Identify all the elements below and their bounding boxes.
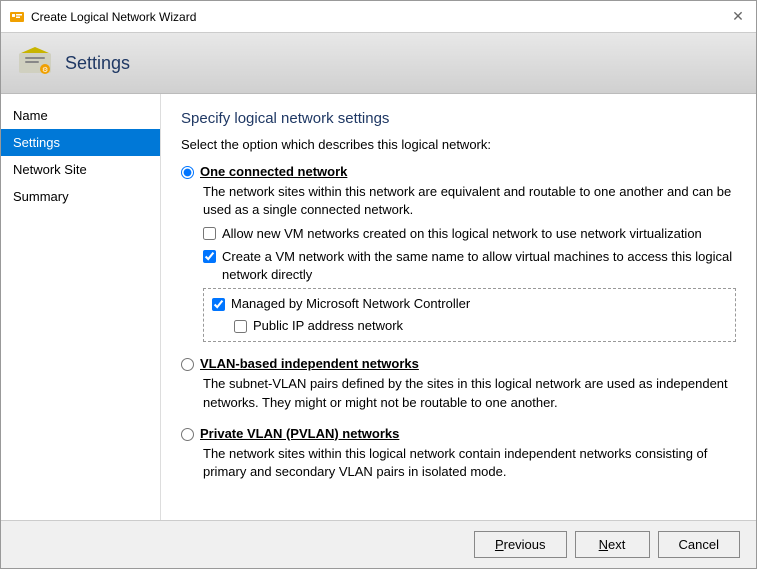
create-vm-network-label[interactable]: Create a VM network with the same name t…	[222, 248, 736, 284]
managed-by-ms-checkbox[interactable]	[212, 298, 225, 311]
sidebar-item-network-site[interactable]: Network Site	[1, 156, 160, 183]
public-ip-checkbox[interactable]	[234, 320, 247, 333]
svg-text:⚙: ⚙	[42, 66, 48, 74]
allow-new-vm-checkbox[interactable]	[203, 227, 216, 240]
checkbox-allow-new-vm: Allow new VM networks created on this lo…	[203, 225, 736, 243]
window-title: Create Logical Network Wizard	[31, 10, 196, 24]
content-area: Specify logical network settings Select …	[161, 94, 756, 520]
sidebar-item-settings[interactable]: Settings	[1, 129, 160, 156]
title-bar-left: Create Logical Network Wizard	[9, 9, 196, 25]
radio-one-connected-input[interactable]	[181, 166, 194, 179]
radio-vlan-input[interactable]	[181, 358, 194, 371]
nested-public-ip: Public IP address network	[234, 317, 727, 335]
previous-button[interactable]: Previous	[474, 531, 567, 558]
radio-vlan-label[interactable]: VLAN-based independent networks	[200, 356, 419, 371]
vlan-description: The subnet-VLAN pairs defined by the sit…	[203, 375, 736, 411]
wizard-window: Create Logical Network Wizard ✕ ⚙ Settin…	[0, 0, 757, 569]
wizard-icon	[9, 9, 25, 25]
nested-ms-controller-group: Managed by Microsoft Network Controller …	[203, 288, 736, 342]
cancel-button[interactable]: Cancel	[658, 531, 740, 558]
description-text: Select the option which describes this l…	[181, 137, 736, 152]
sidebar-item-name[interactable]: Name	[1, 102, 160, 129]
radio-vlan: VLAN-based independent networks	[181, 356, 736, 371]
title-bar: Create Logical Network Wizard ✕	[1, 1, 756, 33]
footer: Previous Next Cancel	[1, 520, 756, 568]
public-ip-label[interactable]: Public IP address network	[253, 317, 403, 335]
radio-pvlan-input[interactable]	[181, 428, 194, 441]
next-button[interactable]: Next	[575, 531, 650, 558]
radio-one-connected: One connected network	[181, 164, 736, 179]
previous-access-key: Previous	[495, 537, 546, 552]
radio-one-connected-label[interactable]: One connected network	[200, 164, 347, 179]
one-connected-description: The network sites within this network ar…	[203, 183, 736, 219]
sidebar-item-summary[interactable]: Summary	[1, 183, 160, 210]
create-vm-network-checkbox[interactable]	[203, 250, 216, 263]
option-group-one-connected: One connected network The network sites …	[181, 164, 736, 342]
header-title: Settings	[65, 53, 130, 74]
radio-pvlan: Private VLAN (PVLAN) networks	[181, 426, 736, 441]
next-access-key: Next	[599, 537, 626, 552]
section-title: Specify logical network settings	[181, 110, 736, 127]
option-group-vlan: VLAN-based independent networks The subn…	[181, 356, 736, 411]
settings-icon: ⚙	[17, 45, 53, 81]
option-group-pvlan: Private VLAN (PVLAN) networks The networ…	[181, 426, 736, 481]
nested-ms-controller: Managed by Microsoft Network Controller	[212, 295, 727, 313]
pvlan-description: The network sites within this logical ne…	[203, 445, 736, 481]
close-button[interactable]: ✕	[728, 7, 748, 27]
checkbox-create-vm-network: Create a VM network with the same name t…	[203, 248, 736, 284]
managed-by-ms-label[interactable]: Managed by Microsoft Network Controller	[231, 295, 470, 313]
header-banner: ⚙ Settings	[1, 33, 756, 94]
sidebar: Name Settings Network Site Summary	[1, 94, 161, 520]
radio-pvlan-label[interactable]: Private VLAN (PVLAN) networks	[200, 426, 399, 441]
main-content: Name Settings Network Site Summary Speci…	[1, 94, 756, 520]
allow-new-vm-label[interactable]: Allow new VM networks created on this lo…	[222, 225, 702, 243]
